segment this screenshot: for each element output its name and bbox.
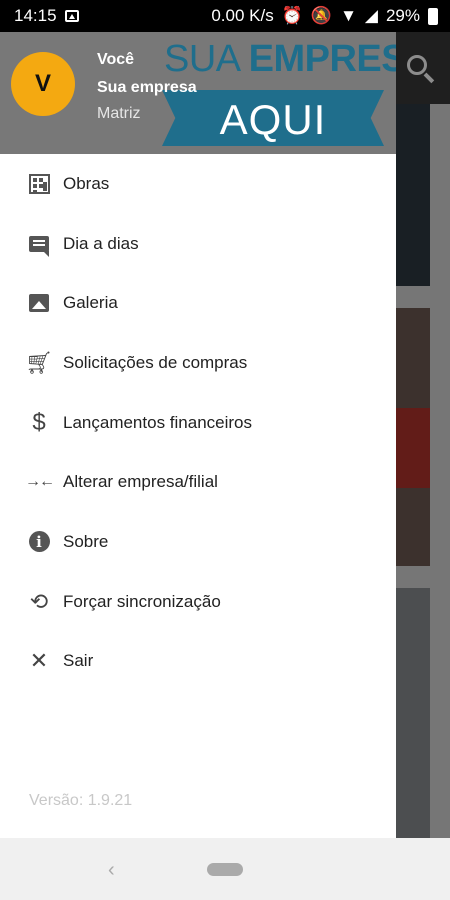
menu-item-sobre[interactable]: i Sobre [0, 512, 396, 572]
drawer-menu: Obras Dia a dias Galeria 🛒︎ Solicitações… [0, 154, 396, 691]
menu-item-alterar-empresa-filial[interactable]: →← Alterar empresa/filial [0, 452, 396, 512]
drawer-scrim[interactable] [396, 32, 450, 838]
menu-item-forcar-sincronizacao[interactable]: ⟲ Forçar sincronização [0, 572, 396, 632]
menu-item-label: Forçar sincronização [63, 591, 221, 611]
menu-item-dia-a-dias[interactable]: Dia a dias [0, 214, 396, 274]
battery-icon [428, 7, 438, 25]
cart-icon: 🛒︎ [25, 349, 53, 375]
menu-item-label: Lançamentos financeiros [63, 412, 253, 432]
avatar[interactable]: V [11, 52, 75, 116]
dollar-icon: $ [32, 408, 46, 436]
navigation-drawer: SUA EMPRESA AQUI V Você Sua empresa Matr… [0, 32, 396, 838]
info-icon: i [28, 531, 50, 553]
user-company: Sua empresa [97, 79, 197, 96]
network-speed: 0.00 K/s [211, 6, 274, 25]
battery-level: 29% [385, 6, 420, 25]
status-bar: 14:15 0.00 K/s ⏰ 🔕 ▼ ◢ 29% [0, 0, 450, 32]
image-icon [28, 292, 50, 314]
user-name: Você [97, 51, 135, 68]
mute-icon: 🔕 [310, 6, 333, 25]
menu-item-label: Sair [63, 651, 94, 671]
alarm-icon: ⏰ [281, 6, 303, 25]
user-branch: Matriz [97, 105, 141, 122]
building-icon [28, 173, 50, 195]
app-version: Versão: 1.9.21 [29, 792, 133, 809]
menu-item-label: Galeria [63, 293, 118, 313]
menu-item-obras[interactable]: Obras [0, 154, 396, 214]
home-pill-button[interactable] [207, 863, 243, 876]
menu-item-label: Solicitações de compras [63, 352, 248, 372]
image-notification-icon [64, 10, 79, 22]
menu-item-label: Obras [63, 173, 110, 193]
wifi-icon: ▼ [340, 6, 357, 25]
drawer-header: SUA EMPRESA AQUI V Você Sua empresa Matr… [0, 32, 396, 154]
status-time: 14:15 [14, 6, 57, 25]
sync-icon: ⟲ [29, 588, 49, 614]
menu-item-label: Dia a dias [63, 233, 139, 253]
back-icon[interactable]: ‹ [108, 859, 115, 882]
close-icon: ✕ [29, 648, 49, 674]
menu-item-sair[interactable]: ✕ Sair [0, 632, 396, 692]
swap-icon: →← [25, 473, 55, 491]
comment-icon [28, 233, 50, 257]
menu-item-label: Alterar empresa/filial [63, 472, 218, 492]
signal-icon: ◢ [364, 6, 378, 25]
menu-item-label: Sobre [63, 531, 109, 551]
menu-item-solicitacoes-de-compras[interactable]: 🛒︎ Solicitações de compras [0, 333, 396, 393]
menu-item-lancamentos-financeiros[interactable]: $ Lançamentos financeiros [0, 393, 396, 453]
menu-item-galeria[interactable]: Galeria [0, 273, 396, 333]
system-nav-bar: ‹ [0, 838, 450, 900]
